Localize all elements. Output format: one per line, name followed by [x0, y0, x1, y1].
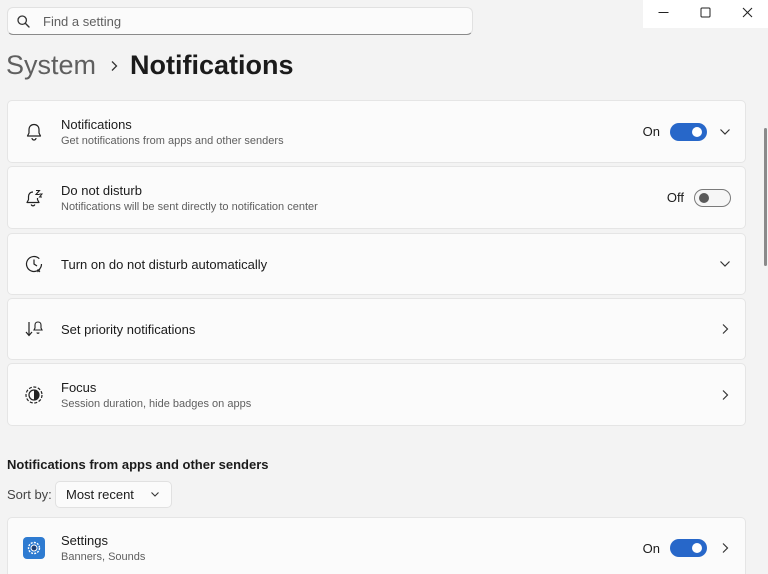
- dnd-automatic-card[interactable]: Turn on do not disturb automatically: [7, 233, 746, 295]
- breadcrumb-parent[interactable]: System: [6, 50, 96, 81]
- do-not-disturb-toggle[interactable]: [694, 188, 731, 207]
- card-subtitle: Session duration, hide badges on apps: [61, 397, 252, 410]
- card-subtitle: Notifications will be sent directly to n…: [61, 200, 318, 213]
- toggle-state-label: On: [642, 540, 660, 556]
- scrollbar[interactable]: [764, 128, 767, 266]
- card-subtitle: Get notifications from apps and other se…: [61, 134, 284, 147]
- card-title: Set priority notifications: [61, 321, 196, 337]
- clock-icon: [23, 253, 45, 275]
- priority-icon: [23, 318, 45, 340]
- chevron-down-icon[interactable]: [719, 126, 731, 138]
- chevron-down-icon: [149, 489, 161, 501]
- bell-icon: [23, 121, 45, 143]
- chevron-right-icon[interactable]: [719, 323, 731, 335]
- card-subtitle: Banners, Sounds: [61, 551, 146, 563]
- chevron-down-icon[interactable]: [719, 258, 731, 270]
- page-title: Notifications: [130, 50, 294, 80]
- maximize-icon: [700, 5, 711, 23]
- search-icon: [17, 13, 33, 29]
- do-not-disturb-card[interactable]: Do not disturb Notifications will be sen…: [7, 166, 746, 229]
- priority-notifications-card[interactable]: Set priority notifications: [7, 298, 746, 360]
- chevron-right-icon[interactable]: [719, 542, 731, 554]
- focus-card[interactable]: Focus Session duration, hide badges on a…: [7, 363, 746, 426]
- close-button[interactable]: [726, 0, 768, 28]
- notifications-toggle[interactable]: [670, 122, 707, 141]
- card-title: Turn on do not disturb automatically: [61, 256, 268, 272]
- app-settings-card[interactable]: Settings Banners, Sounds On: [7, 517, 746, 574]
- search-placeholder: Find a setting: [43, 13, 122, 29]
- card-title: Focus: [61, 379, 97, 395]
- sort-by-label: Sort by:: [7, 487, 52, 502]
- focus-icon: [23, 384, 45, 406]
- sort-value: Most recent: [66, 487, 134, 502]
- do-not-disturb-icon: [23, 187, 45, 209]
- minimize-icon: [658, 5, 669, 23]
- section-title: Notifications from apps and other sender…: [7, 457, 269, 472]
- chevron-right-icon[interactable]: [719, 389, 731, 401]
- settings-app-toggle[interactable]: [670, 539, 707, 557]
- window-controls: [643, 0, 768, 28]
- sort-dropdown[interactable]: Most recent: [55, 481, 172, 508]
- card-title: Do not disturb: [61, 182, 142, 198]
- maximize-button[interactable]: [685, 0, 727, 28]
- breadcrumb: System Notifications: [6, 50, 294, 81]
- card-title: Settings: [61, 533, 108, 548]
- card-title: Notifications: [61, 116, 132, 132]
- toggle-state-label: Off: [666, 190, 684, 205]
- close-icon: [742, 5, 753, 23]
- search-input[interactable]: Find a setting: [7, 7, 473, 35]
- settings-app-icon: [23, 537, 45, 559]
- chevron-right-icon: [110, 60, 118, 72]
- toggle-state-label: On: [642, 124, 660, 139]
- notifications-card[interactable]: Notifications Get notifications from app…: [7, 100, 746, 163]
- minimize-button[interactable]: [643, 0, 685, 28]
